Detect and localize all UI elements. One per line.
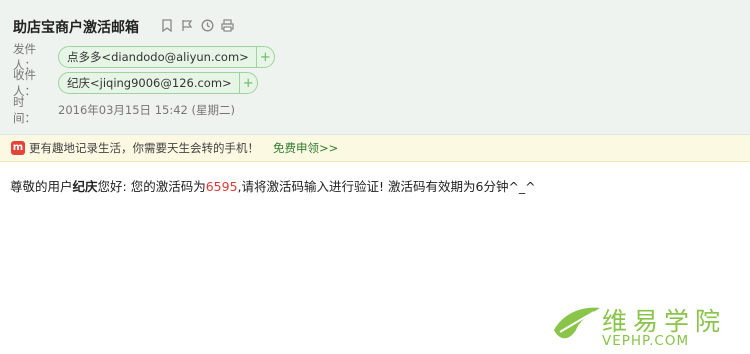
promo-app-icon: m (11, 141, 25, 155)
email-subject: 助店宝商户激活邮箱 (13, 20, 139, 36)
user-name: 纪庆 (72, 179, 98, 194)
time-label: 时 间： (13, 95, 36, 125)
add-sender-button[interactable]: + (255, 47, 274, 67)
clock-icon[interactable] (200, 18, 214, 32)
bookmark-icon[interactable] (160, 18, 174, 32)
time-value: 2016年03月15日 15:42 (星期二) (58, 103, 235, 117)
print-icon[interactable] (220, 18, 234, 32)
promo-banner: m 更有趣地记录生活，你需要天生会转的手机！ 免费申领>> (0, 135, 750, 162)
watermark: 维易学院 VEPHP.COM (548, 300, 748, 350)
email-body: 尊敬的用户纪庆您好: 您的激活码为6595,请将激活码输入进行验证! 激活码有效… (10, 176, 536, 195)
recipient-row: 收件人： 纪庆<jiqing9006@126.com> + (13, 68, 258, 98)
sender-chip: 点多多<diandodo@aliyun.com> + (58, 46, 275, 68)
flag-icon[interactable] (180, 18, 194, 32)
add-recipient-button[interactable]: + (238, 73, 257, 93)
greeting-suffix: 您好: 您的激活码为 (97, 179, 206, 194)
leaf-logo-icon (554, 307, 600, 339)
sender-row: 发件人： 点多多<diandodo@aliyun.com> + (13, 42, 275, 72)
subject-toolbar (160, 18, 234, 32)
promo-text: 更有趣地记录生活，你需要天生会转的手机！ (29, 141, 259, 155)
recipient-chip: 纪庆<jiqing9006@126.com> + (58, 72, 258, 94)
sender-address[interactable]: 点多多<diandodo@aliyun.com> (59, 49, 256, 65)
greeting-prefix: 尊敬的用户 (10, 179, 73, 194)
promo-link[interactable]: 免费申领>> (273, 140, 338, 156)
watermark-en: VEPHP.COM (602, 333, 690, 349)
body-message: ,请将激活码输入进行验证! 激活码有效期为6分钟^_^ (237, 179, 536, 194)
email-header: 助店宝商户激活邮箱 发件人： 点多多<diandodo@aliyun.com> … (0, 0, 750, 135)
recipient-address[interactable]: 纪庆<jiqing9006@126.com> (59, 75, 239, 91)
time-row: 时 间： 2016年03月15日 15:42 (星期二) (13, 95, 235, 125)
activation-code: 6595 (205, 179, 238, 194)
